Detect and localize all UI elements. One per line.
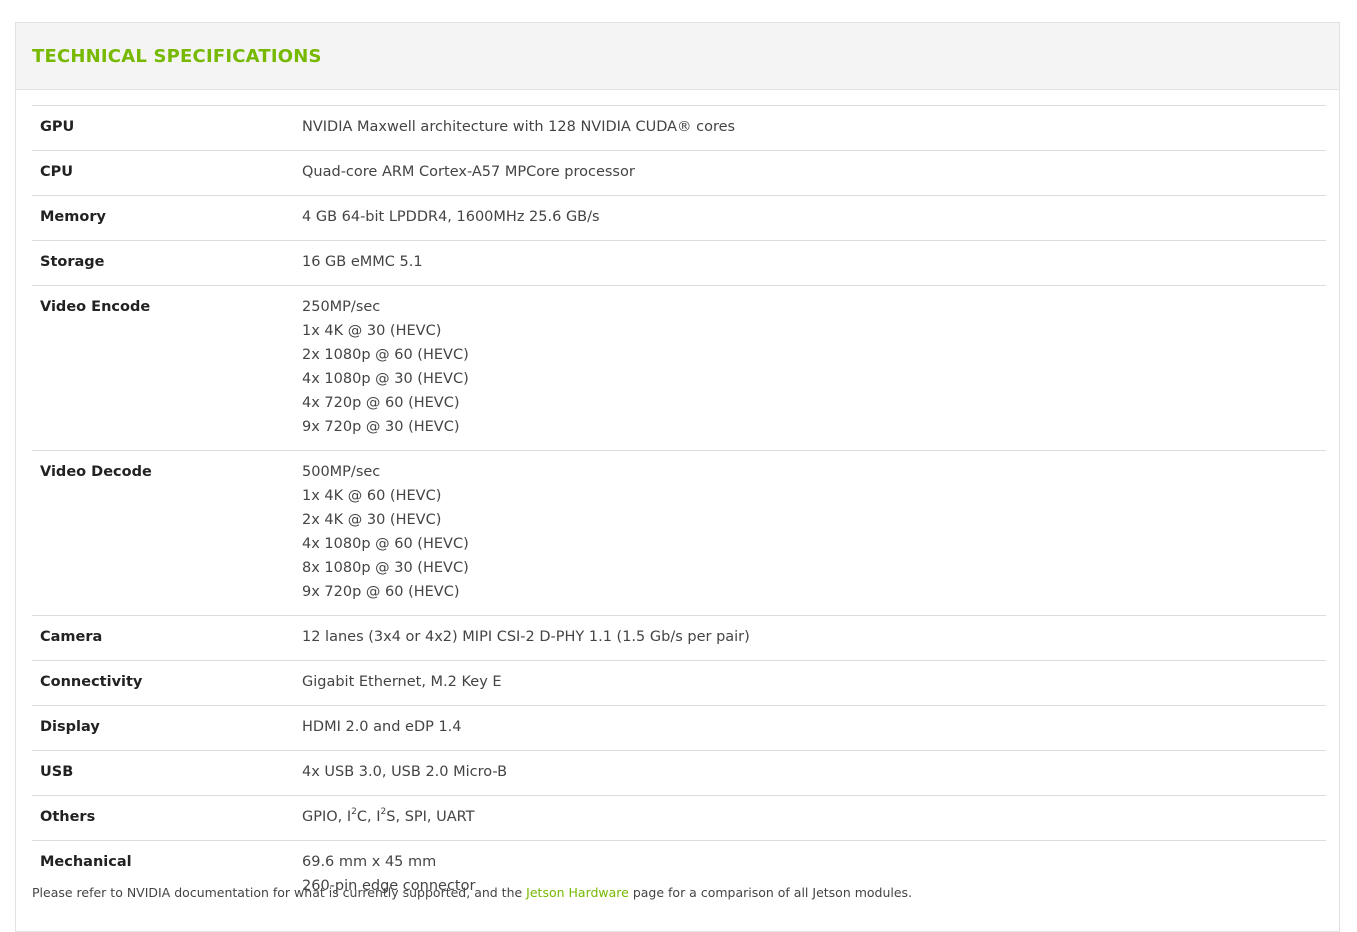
- spec-label: GPU: [32, 105, 302, 151]
- spec-row-display: Display HDMI 2.0 and eDP 1.4: [32, 705, 1326, 751]
- spec-label: Storage: [32, 240, 302, 286]
- footnote: Please refer to NVIDIA documentation for…: [32, 885, 912, 900]
- spec-row-storage: Storage 16 GB eMMC 5.1: [32, 240, 1326, 286]
- spec-value: NVIDIA Maxwell architecture with 128 NVI…: [302, 105, 1326, 151]
- spec-row-cpu: CPU Quad-core ARM Cortex-A57 MPCore proc…: [32, 150, 1326, 196]
- spec-label: Display: [32, 705, 302, 751]
- spec-label: Video Decode: [32, 450, 302, 616]
- superscript: 2: [380, 807, 387, 818]
- spec-value-line: 1x 4K @ 60 (HEVC): [302, 488, 442, 504]
- spec-value: 250MP/sec 1x 4K @ 30 (HEVC) 2x 1080p @ 6…: [302, 285, 1326, 451]
- spec-value-line: 8x 1080p @ 30 (HEVC): [302, 560, 469, 576]
- spec-value-line: NVIDIA Maxwell architecture with 128 NVI…: [302, 119, 736, 135]
- jetson-hardware-link[interactable]: Jetson Hardware: [526, 885, 629, 900]
- spec-value-line: 16 GB eMMC 5.1: [302, 254, 423, 270]
- spec-label: Memory: [32, 195, 302, 241]
- others-text-part: GPIO, I: [302, 809, 352, 825]
- spec-value: GPIO, I2C, I2S, SPI, UART: [302, 795, 1326, 841]
- spec-row-camera: Camera 12 lanes (3x4 or 4x2) MIPI CSI-2 …: [32, 615, 1326, 661]
- spec-label: Video Encode: [32, 285, 302, 451]
- spec-value: 16 GB eMMC 5.1: [302, 240, 1326, 286]
- others-text-part: C, I: [356, 809, 381, 825]
- spec-value-line: Quad-core ARM Cortex-A57 MPCore processo…: [302, 164, 635, 180]
- spec-value-line: 1x 4K @ 30 (HEVC): [302, 323, 442, 339]
- spec-value: HDMI 2.0 and eDP 1.4: [302, 705, 1326, 751]
- superscript: 2: [351, 807, 357, 818]
- spec-value-line: 2x 1080p @ 60 (HEVC): [302, 347, 469, 363]
- spec-row-connectivity: Connectivity Gigabit Ethernet, M.2 Key E: [32, 660, 1326, 706]
- spec-row-memory: Memory 4 GB 64-bit LPDDR4, 1600MHz 25.6 …: [32, 195, 1326, 241]
- spec-value-line: 4x 1080p @ 60 (HEVC): [302, 536, 469, 552]
- spec-row-others: Others GPIO, I2C, I2S, SPI, UART: [32, 795, 1326, 841]
- spec-value-line: 4x 720p @ 60 (HEVC): [302, 395, 460, 411]
- spec-value: 4x USB 3.0, USB 2.0 Micro-B: [302, 750, 1326, 796]
- spec-value-line: 4 GB 64-bit LPDDR4, 1600MHz 25.6 GB/s: [302, 209, 600, 225]
- spec-label: Connectivity: [32, 660, 302, 706]
- spec-row-usb: USB 4x USB 3.0, USB 2.0 Micro-B: [32, 750, 1326, 796]
- spec-label: CPU: [32, 150, 302, 196]
- footnote-text: page for a comparison of all Jetson modu…: [628, 885, 913, 900]
- spec-value: 12 lanes (3x4 or 4x2) MIPI CSI-2 D-PHY 1…: [302, 615, 1326, 661]
- spec-label: USB: [32, 750, 302, 796]
- spec-value-line: 12 lanes (3x4 or 4x2) MIPI CSI-2 D-PHY 1…: [302, 629, 750, 645]
- spec-value-line: Gigabit Ethernet, M.2 Key E: [302, 674, 502, 690]
- spec-value-line: HDMI 2.0 and eDP 1.4: [302, 719, 462, 735]
- spec-value-line: 2x 4K @ 30 (HEVC): [302, 512, 442, 528]
- spec-row-video-encode: Video Encode 250MP/sec 1x 4K @ 30 (HEVC)…: [32, 285, 1326, 451]
- spec-value-line: 9x 720p @ 60 (HEVC): [302, 584, 460, 600]
- spec-value-line: 4x 1080p @ 30 (HEVC): [302, 371, 469, 387]
- spec-value-line: 500MP/sec: [302, 464, 381, 480]
- spec-row-video-decode: Video Decode 500MP/sec 1x 4K @ 60 (HEVC)…: [32, 450, 1326, 616]
- spec-value: 500MP/sec 1x 4K @ 60 (HEVC) 2x 4K @ 30 (…: [302, 450, 1326, 616]
- spec-row-gpu: GPU NVIDIA Maxwell architecture with 128…: [32, 105, 1326, 151]
- spec-value: Quad-core ARM Cortex-A57 MPCore processo…: [302, 150, 1326, 196]
- spec-label: Camera: [32, 615, 302, 661]
- spec-value-line: 250MP/sec: [302, 299, 381, 315]
- spec-value-line: 4x USB 3.0, USB 2.0 Micro-B: [302, 764, 508, 780]
- section-title: TECHNICAL SPECIFICATIONS: [32, 45, 322, 67]
- spec-label: Others: [32, 795, 302, 841]
- spec-value-line: 9x 720p @ 30 (HEVC): [302, 419, 460, 435]
- spec-value: 4 GB 64-bit LPDDR4, 1600MHz 25.6 GB/s: [302, 195, 1326, 241]
- panel-header: TECHNICAL SPECIFICATIONS: [16, 23, 1339, 90]
- spec-value: Gigabit Ethernet, M.2 Key E: [302, 660, 1326, 706]
- tech-specs-panel: TECHNICAL SPECIFICATIONS GPU NVIDIA Maxw…: [15, 22, 1340, 932]
- others-text-part: S, SPI, UART: [386, 809, 475, 825]
- footnote-text: Please refer to NVIDIA documentation for…: [32, 885, 527, 900]
- spec-value-line: 69.6 mm x 45 mm: [302, 854, 437, 870]
- spec-table: GPU NVIDIA Maxwell architecture with 128…: [32, 105, 1326, 909]
- spec-value-line: GPIO, I2C, I2S, SPI, UART: [302, 805, 1326, 829]
